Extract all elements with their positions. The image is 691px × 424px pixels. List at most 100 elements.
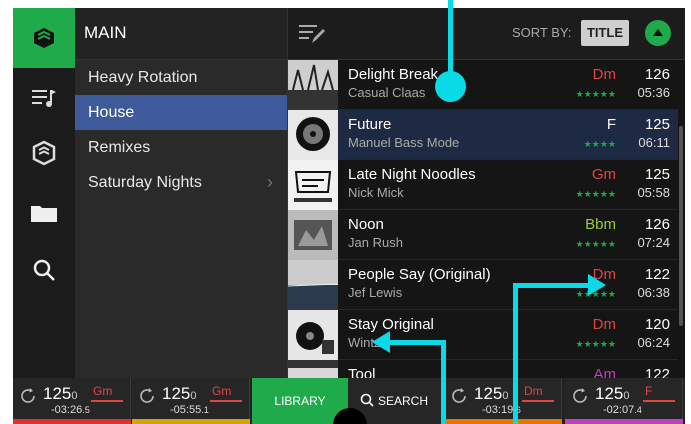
album-art <box>288 160 338 210</box>
crate-item-label: Saturday Nights <box>88 174 202 191</box>
track-list-scrollbar[interactable] <box>679 126 683 326</box>
track-bpm: 126 <box>644 66 670 83</box>
files-view-button[interactable] <box>13 183 75 243</box>
track-duration: 05:58 <box>637 185 670 200</box>
album-art <box>288 260 338 310</box>
track-rating: ★★★★★ <box>575 189 616 199</box>
crate-item-label: Remixes <box>88 139 151 156</box>
track-rating: ★★★★★ <box>575 239 616 249</box>
track-key: Dm <box>592 316 616 333</box>
crate-item-saturday-nights[interactable]: Saturday Nights › <box>75 165 287 200</box>
playlist-icon <box>32 90 56 107</box>
annotation-line <box>441 340 446 424</box>
deck-3-info[interactable]: 1250 Dm -03:19.6 <box>444 378 562 424</box>
prepare-icon <box>32 140 56 166</box>
track-key: Gm <box>591 166 616 183</box>
deck-key: Gm <box>212 384 232 398</box>
track-rating: ★★★★★ <box>575 89 616 99</box>
track-row[interactable]: Delight Break Casual Claas Dm ★★★★★ 126 … <box>288 60 678 110</box>
deck-color-bar <box>132 419 250 424</box>
deck-key-underline <box>91 400 123 402</box>
track-bpm: 120 <box>644 316 670 333</box>
sync-icon <box>452 388 466 403</box>
playlist-edit-icon[interactable] <box>298 23 326 45</box>
sync-icon <box>140 388 154 403</box>
album-art <box>288 210 338 260</box>
track-title: Late Night Noodles <box>348 166 476 183</box>
track-rating: ★★★★★ <box>575 339 616 349</box>
track-title: Future <box>348 116 392 133</box>
view-rail <box>13 8 75 378</box>
track-duration: 06:11 <box>638 135 670 150</box>
track-artist: Jan Rush <box>348 235 403 250</box>
annotation-line <box>513 283 518 424</box>
annotation-tap-marker <box>435 71 466 102</box>
deck-key: Dm <box>524 384 543 398</box>
track-list-header: SORT BY: TITLE <box>288 8 685 60</box>
track-duration: 07:24 <box>637 235 670 250</box>
deck-remaining-time: -02:07.4 <box>603 404 642 416</box>
track-row[interactable]: Stay Original Wintz Dm ★★★★★ 120 06:24 <box>288 310 678 360</box>
track-bpm: 125 <box>644 116 670 133</box>
track-artist: Nick Mick <box>348 185 404 200</box>
crate-list-header: MAIN <box>75 8 287 60</box>
album-art <box>288 110 338 160</box>
track-key: Dm <box>592 66 616 83</box>
deck-bpm: 1250 <box>474 384 509 403</box>
chevron-right-icon: › <box>267 172 273 192</box>
track-row[interactable]: Late Night Noodles Nick Mick Gm ★★★★★ 12… <box>288 160 678 210</box>
annotation-arrowhead-right <box>588 274 606 296</box>
track-title: People Say (Original) <box>348 266 491 283</box>
deck-4-info[interactable]: 1250 F -02:07.4 <box>565 378 683 424</box>
track-duration: 06:24 <box>637 335 670 350</box>
crate-item-label: Heavy Rotation <box>88 69 198 86</box>
crate-logo-icon <box>34 28 54 48</box>
deck-key-underline <box>643 400 675 402</box>
deck-2-info[interactable]: 1250 Gm -05:55.1 <box>132 378 250 424</box>
track-key: Bbm <box>585 216 616 233</box>
track-duration: 06:38 <box>637 285 670 300</box>
deck-bpm: 1250 <box>43 384 78 403</box>
deck-remaining-time: -03:26.5 <box>51 404 90 416</box>
crate-item-heavy-rotation[interactable]: Heavy Rotation <box>75 60 287 95</box>
crate-list-title: MAIN <box>84 23 127 42</box>
triangle-up-icon <box>653 29 663 36</box>
sort-direction-button[interactable] <box>645 20 671 46</box>
playlists-view-button[interactable] <box>13 68 75 128</box>
app-screen: MAIN Heavy Rotation House Remixes Saturd… <box>13 8 685 424</box>
deck-key-underline <box>522 400 554 402</box>
sort-field-button[interactable]: TITLE <box>581 20 629 46</box>
crates-view-button[interactable] <box>13 8 75 68</box>
track-row[interactable]: People Say (Original) Jef Lewis Dm ★★★★★… <box>288 260 678 310</box>
search-view-button[interactable] <box>13 240 75 300</box>
deck-1-info[interactable]: 1250 Gm -03:26.5 <box>13 378 131 424</box>
deck-key-underline <box>210 400 242 402</box>
deck-color-bar <box>565 419 683 424</box>
bottom-bar: 1250 Gm -03:26.5 1250 Gm -05:55.1 LIBRAR… <box>13 378 685 424</box>
track-key: F <box>606 116 616 133</box>
track-row[interactable]: Future Manuel Bass Mode F ★★★★ 125 06:11 <box>288 110 678 160</box>
track-list-panel: SORT BY: TITLE Delight Break Casual Claa… <box>287 8 685 410</box>
album-art <box>288 60 338 110</box>
deck-bpm: 1250 <box>162 384 197 403</box>
track-bpm: 125 <box>644 166 670 183</box>
sync-icon <box>573 388 587 403</box>
track-artist: Manuel Bass Mode <box>348 135 460 150</box>
album-art <box>288 310 338 360</box>
track-bpm: 122 <box>644 266 670 283</box>
prepare-view-button[interactable] <box>13 123 75 183</box>
folder-icon <box>31 206 57 222</box>
deck-key: F <box>645 384 653 398</box>
deck-remaining-time: -05:55.1 <box>170 404 209 416</box>
track-bpm: 126 <box>644 216 670 233</box>
track-row[interactable]: Noon Jan Rush Bbm ★★★★★ 126 07:24 <box>288 210 678 260</box>
crate-item-remixes[interactable]: Remixes <box>75 130 287 165</box>
deck-color-bar <box>444 419 562 424</box>
annotation-line <box>388 340 446 345</box>
search-button-label: SEARCH <box>378 394 429 408</box>
annotation-line <box>513 283 591 288</box>
crate-list-panel: MAIN Heavy Rotation House Remixes Saturd… <box>75 8 287 378</box>
crate-item-house[interactable]: House <box>75 95 287 130</box>
sort-label: SORT BY: <box>512 25 572 40</box>
search-icon <box>33 259 55 281</box>
